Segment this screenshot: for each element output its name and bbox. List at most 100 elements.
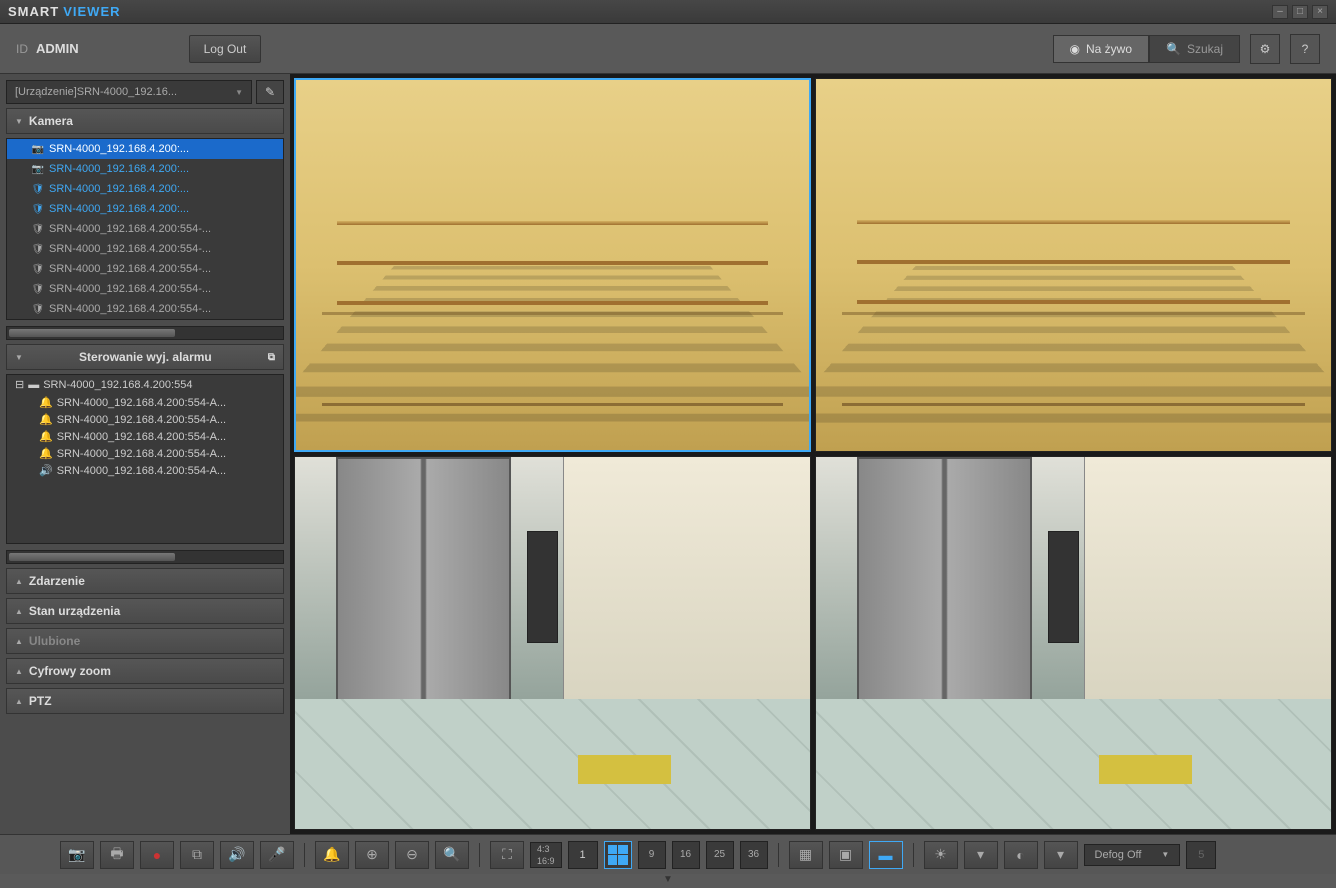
osd-button-3[interactable]: ▬ [869,841,903,869]
section-camera[interactable]: Kamera [6,108,284,134]
camera-label: SRN-4000_192.168.4.200:554-... [49,263,211,275]
shield-icon: 🛡 [31,202,45,216]
help-button[interactable]: ? [1290,34,1320,64]
contrast-down[interactable]: ▾ [1044,841,1078,869]
camera-item[interactable]: 🛡SRN-4000_192.168.4.200:554-... [7,299,283,319]
camera-item[interactable]: 🛡SRN-4000_192.168.4.200:554-... [7,239,283,259]
popup-icon[interactable]: ⧉ [268,352,275,363]
alarm-child-label: SRN-4000_192.168.4.200:554-A... [57,431,226,443]
layout-4[interactable] [604,841,632,869]
osd-button-2[interactable]: ▣ [829,841,863,869]
layout-16[interactable]: 16 [672,841,700,869]
contrast-button[interactable]: ◐ [1004,841,1038,869]
collapse-handle[interactable]: ▼ [0,874,1336,888]
bottom-toolbar: 📷 🖶 ● ⧉ 🔊 🎤 🔔 ⊕ ⊖ 🔍 ⛶ 4:3 16:9 1 9 16 25… [0,834,1336,874]
device-select[interactable]: [Urządzenie]SRN-4000_192.16... [6,80,252,104]
refresh-button[interactable]: ✎ [256,80,284,104]
grid-icon: ▦ [799,846,812,863]
alarm-item[interactable]: 🔔 SRN-4000_192.168.4.200:554-A... [7,394,283,411]
camera-icon: 📷 [31,162,45,176]
alarm-root[interactable]: ⊟▬SRN-4000_192.168.4.200:554 [7,375,283,394]
sequence-button[interactable]: ⧉ [180,841,214,869]
camera-icon: 📷 [68,846,85,863]
section-devstatus[interactable]: Stan urządzenia [6,598,284,624]
alarm-out-icon: 🔔 [39,413,53,426]
page-number[interactable]: 1 [568,841,598,869]
section-alarm[interactable]: Sterowanie wyj. alarmu ⧉ [6,344,284,370]
topbar: ID ADMIN Log Out ◉ Na żywo 🔍 Szukaj ⚙ ? [0,24,1336,74]
close-button[interactable]: × [1312,5,1328,19]
layout-36[interactable]: 36 [740,841,768,869]
blue-icon: ▬ [879,847,893,863]
camera-label: SRN-4000_192.168.4.200:554-... [49,223,211,235]
alarm-out-icon: 🔔 [39,430,53,443]
snapshot-button[interactable]: 📷 [60,841,94,869]
shield-icon: 🛡 [31,222,45,236]
search-mode-button[interactable]: 🔍 Szukaj [1149,35,1240,63]
mic-button[interactable]: 🎤 [260,841,294,869]
camera-item[interactable]: 📷SRN-4000_192.168.4.200:... [7,159,283,179]
camera-scrollbar[interactable] [6,326,284,340]
alarm-child-label: SRN-4000_192.168.4.200:554-A... [57,397,226,409]
video-tile-1[interactable] [294,78,811,452]
defog-select[interactable]: Defog Off [1084,844,1181,866]
camera-item[interactable]: 🛡 SRN-4000_192.168.4.200:554-... [7,259,283,279]
live-mode-button[interactable]: ◉ Na żywo [1053,35,1150,63]
minimize-button[interactable]: – [1272,5,1288,19]
alarm-out-icon: 🔔 [39,447,53,460]
layout-9[interactable]: 9 [638,841,666,869]
aspect-ratio-button[interactable]: 4:3 16:9 [530,842,562,868]
alarm-item[interactable]: 🔊SRN-4000_192.168.4.200:554-A... [7,462,283,479]
fullscreen-button[interactable]: ⛶ [490,841,524,869]
camera-label: SRN-4000_192.168.4.200:... [49,143,189,155]
camera-label: SRN-4000_192.168.4.200:554-... [49,303,211,315]
alarm-button[interactable]: 🔔 [315,841,349,869]
alarm-item[interactable]: 🔔SRN-4000_192.168.4.200:554-A... [7,445,283,462]
brightness-down[interactable]: ▾ [964,841,998,869]
section-zoom[interactable]: Cyfrowy zoom [6,658,284,684]
video-tile-4[interactable] [815,456,1332,830]
alarm-item[interactable]: 🔔 SRN-4000_192.168.4.200:554-A... [7,428,283,445]
alarm-out-icon: 🔔 [39,396,53,409]
stack-icon: ▣ [839,846,852,863]
camera-item[interactable]: 🛡 SRN-4000_192.168.4.200:554-... [7,279,283,299]
wand-icon: ✎ [265,85,275,99]
video-tile-2[interactable] [815,78,1332,452]
alarm-scrollbar[interactable] [6,550,284,564]
video-grid [290,74,1336,834]
shield-icon: 🛡 [31,282,45,296]
camera-item[interactable]: 🛡SRN-4000_192.168.4.200:... [7,199,283,219]
osd-button-1[interactable]: ▦ [789,841,823,869]
video-feed-stairwell [816,79,1331,451]
camera-label: SRN-4000_192.168.4.200:554-... [49,283,211,295]
section-favorites[interactable]: Ulubione [6,628,284,654]
zoom-in-icon: ⊕ [366,846,378,863]
layout-25[interactable]: 25 [706,841,734,869]
app-title-1: SMART [8,4,59,19]
camera-item[interactable]: 🛡 SRN-4000_192.168.4.200:554-... [7,219,283,239]
shield-icon: 🛡 [31,242,45,256]
settings-button[interactable]: ⚙ [1250,34,1280,64]
ratio-169: 16:9 [531,855,561,867]
zoom-out-button[interactable]: ⊖ [395,841,429,869]
id-label: ID [16,42,28,56]
section-event[interactable]: Zdarzenie [6,568,284,594]
zoom-in-button[interactable]: ⊕ [355,841,389,869]
search-label: Szukaj [1187,42,1223,56]
record-button[interactable]: ● [140,841,174,869]
camera-item[interactable]: 📷SRN-4000_192.168.4.200:... [7,139,283,159]
audio-button[interactable]: 🔊 [220,841,254,869]
brightness-button[interactable]: ☀ [924,841,958,869]
zoom-reset-button[interactable]: 🔍 [435,841,469,869]
alarm-item[interactable]: 🔔SRN-4000_192.168.4.200:554-A... [7,411,283,428]
shield-icon: 🛡 [31,262,45,276]
print-button[interactable]: 🖶 [100,841,134,869]
logout-button[interactable]: Log Out [189,35,262,63]
defog-level[interactable]: 5 [1186,841,1216,869]
printer-icon: 🖶 [110,843,123,867]
video-tile-3[interactable] [294,456,811,830]
section-ptz[interactable]: PTZ [6,688,284,714]
chevron-down-icon: ▾ [1057,846,1064,863]
camera-item[interactable]: 🛡SRN-4000_192.168.4.200:... [7,179,283,199]
maximize-button[interactable]: □ [1292,5,1308,19]
